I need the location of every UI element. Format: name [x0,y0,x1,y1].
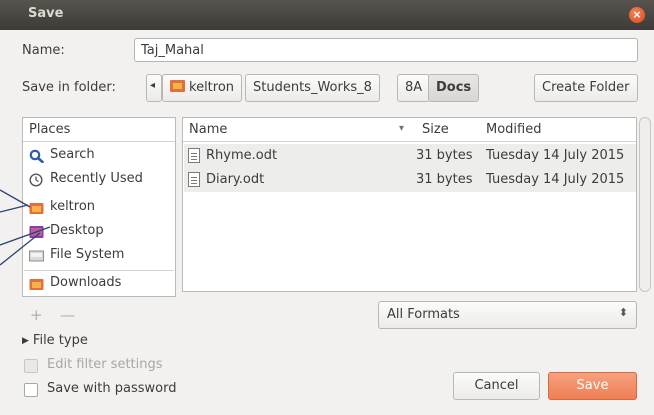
places-header: Places [23,118,175,142]
downloads-folder-icon [29,279,44,290]
place-search[interactable]: Search [24,144,174,168]
path-button-students-works[interactable]: Students_Works_8 [245,74,380,102]
search-icon [29,149,44,163]
column-label: Size [422,122,449,137]
title-bar: Save × [0,0,654,30]
desktop-icon [29,226,44,238]
file-modified: Tuesday 14 July 2015 [486,172,625,187]
name-label: Name: [22,43,65,58]
file-size: 31 bytes [416,148,473,163]
remove-place-button[interactable]: — [60,306,75,324]
path-back-button[interactable]: ◂ [146,74,162,102]
file-size: 31 bytes [416,172,473,187]
column-header-size[interactable]: Size [416,118,480,142]
column-label: Modified [486,122,542,137]
save-in-folder-label: Save in folder: [22,80,116,95]
home-folder-icon [29,203,44,214]
create-folder-label: Create Folder [542,80,630,95]
column-header-name[interactable]: Name ▾ [183,118,416,142]
place-desktop[interactable]: Desktop [24,220,174,244]
place-keltron[interactable]: keltron [24,196,174,220]
document-icon [188,148,200,163]
cancel-button[interactable]: Cancel [453,372,540,400]
place-label: Downloads [50,275,122,290]
create-folder-button[interactable]: Create Folder [534,74,638,102]
path-label: keltron [189,80,235,95]
places-panel: Places Search Recently Used keltron Desk… [22,117,176,297]
file-row[interactable]: Rhyme.odt 31 bytes Tuesday 14 July 2015 [184,144,636,168]
column-label: Name [189,122,228,137]
save-dialog: Save × Name: Save in folder: ◂ keltron S… [0,0,654,415]
save-with-password-label: Save with password [47,381,177,396]
file-list: Name ▾ Size Modified Rhyme.odt 31 bytes … [182,117,637,292]
place-label: Recently Used [50,171,143,186]
up-down-arrow-icon: ⬍ [618,306,628,319]
name-input[interactable] [134,38,638,62]
path-label: Docs [436,80,472,95]
file-format-select[interactable]: All Formats ⬍ [378,301,637,329]
home-folder-icon [170,80,185,92]
file-format-value: All Formats [387,307,460,322]
document-icon [188,172,200,187]
path-label: 8A [405,80,423,95]
file-name: Rhyme.odt [206,148,278,163]
file-modified: Tuesday 14 July 2015 [486,148,625,163]
file-list-scrollbar[interactable] [639,117,651,292]
path-button-keltron[interactable]: keltron [162,74,243,102]
edit-filter-label: Edit filter settings [47,357,163,372]
add-place-button[interactable]: + [30,306,43,324]
save-button[interactable]: Save [548,372,637,400]
place-file-system[interactable]: File System [24,244,174,268]
chevron-left-icon: ◂ [150,80,156,91]
close-button[interactable]: × [629,7,645,23]
save-with-password-checkbox[interactable] [24,383,38,397]
edit-filter-checkbox[interactable] [24,359,38,373]
path-button-docs[interactable]: Docs [428,74,480,102]
place-label: File System [50,247,125,262]
file-name: Diary.odt [206,172,265,187]
path-button-8a[interactable]: 8A [397,74,431,102]
file-type-expander[interactable]: ▶ File type [22,333,88,348]
place-downloads[interactable]: Downloads [24,272,174,296]
place-label: Desktop [50,223,104,238]
file-type-label: File type [32,333,88,348]
places-separator [24,270,174,271]
expander-arrow-icon: ▶ [22,336,29,346]
clock-icon [29,173,43,187]
column-header-modified[interactable]: Modified [480,118,636,142]
path-label: Students_Works_8 [253,80,372,95]
file-row[interactable]: Diary.odt 31 bytes Tuesday 14 July 2015 [184,168,636,192]
place-recently-used[interactable]: Recently Used [24,168,174,192]
place-label: keltron [50,199,96,214]
dialog-title: Save [28,6,64,21]
drive-icon [29,250,44,262]
place-label: Search [50,147,95,162]
sort-descending-icon: ▾ [399,123,405,134]
